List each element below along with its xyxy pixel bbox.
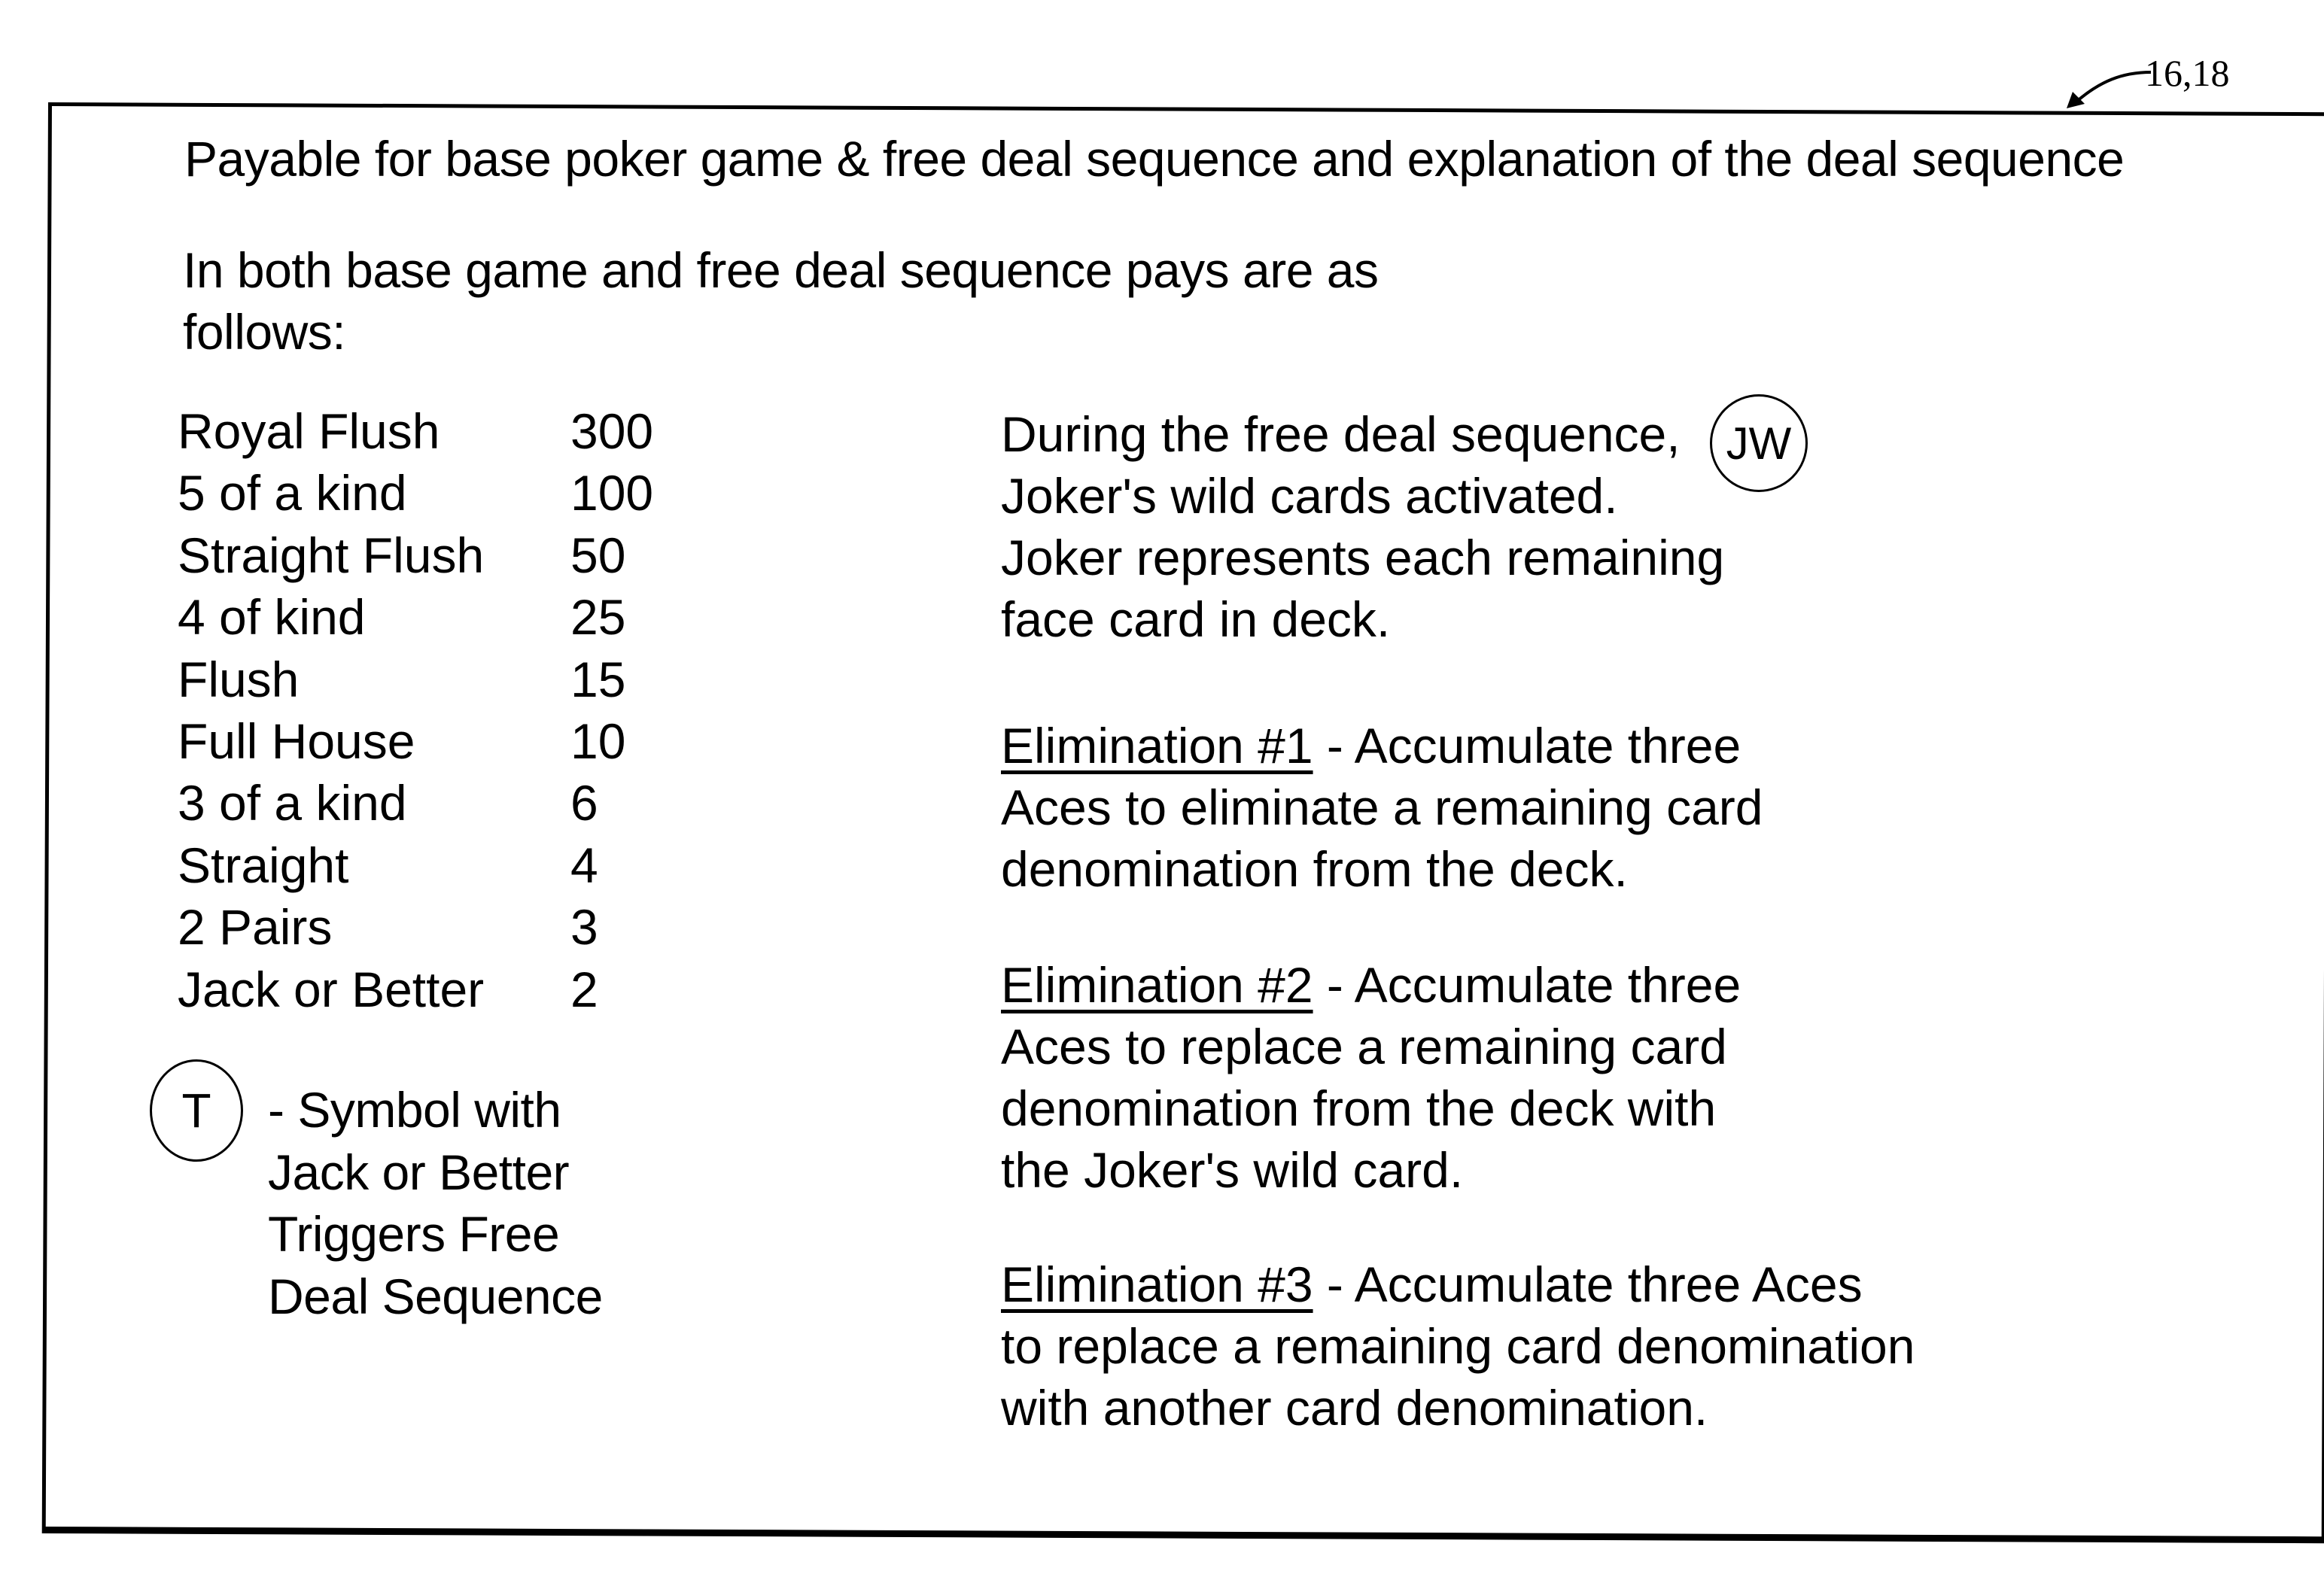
hand-pay: 2 <box>570 961 598 1017</box>
intro-line: In both base game and free deal sequence… <box>183 242 1379 298</box>
elimination-1: Elimination #1 - Accumulate three Aces t… <box>1001 715 1763 900</box>
elimination-line: denomination from the deck with <box>1001 1080 1717 1136</box>
intro-text: In both base game and free deal sequence… <box>183 239 1379 363</box>
elimination-text: - Accumulate three <box>1313 957 1741 1013</box>
elimination-2: Elimination #2 - Accumulate three Aces t… <box>1001 954 1741 1201</box>
paytable-row: Straight 4 <box>178 834 653 896</box>
paytable-row: Flush 15 <box>178 649 653 710</box>
elimination-label: Elimination #2 <box>1001 957 1313 1013</box>
joker-wild-explanation: During the free deal sequence, Joker's w… <box>1001 403 1724 650</box>
elimination-heading: Elimination #3 - Accumulate three Aces <box>1001 1253 1915 1315</box>
paytable-row: 5 of a kind 100 <box>178 462 653 524</box>
hand-pay: 300 <box>570 403 654 459</box>
elimination-text: - Accumulate three <box>1313 718 1741 773</box>
hand-name: 2 Pairs <box>178 899 333 956</box>
elimination-text: - Accumulate three Aces <box>1313 1256 1863 1312</box>
hand-name: Flush <box>178 651 300 707</box>
legend-line: - Symbol with <box>268 1082 561 1138</box>
elimination-line: with another card denomination. <box>1001 1380 1708 1436</box>
page-title: Payable for base poker game & free deal … <box>184 131 2125 187</box>
hand-pay: 3 <box>570 899 598 956</box>
joker-line: During the free deal sequence, <box>1001 406 1681 462</box>
joker-line: Joker's wild cards activated. <box>1001 468 1618 524</box>
paytable-row: Royal Flush 300 <box>178 400 653 462</box>
hand-pay: 6 <box>570 775 598 831</box>
trigger-symbol-icon: T <box>150 1059 243 1162</box>
joker-wild-symbol-icon: JW <box>1710 394 1808 492</box>
intro-line: follows: <box>183 304 346 360</box>
paytable-row: 3 of a kind 6 <box>178 772 653 834</box>
hand-pay: 25 <box>570 589 626 646</box>
reference-arrow-icon <box>2067 71 2152 108</box>
elimination-line: Aces to replace a remaining card <box>1001 1019 1727 1074</box>
hand-name: 4 of kind <box>178 589 366 646</box>
hand-name: Royal Flush <box>178 403 440 459</box>
elimination-label: Elimination #3 <box>1001 1256 1313 1312</box>
hand-name: 3 of a kind <box>178 775 407 831</box>
hand-name: Straight <box>178 837 349 893</box>
reference-label: 16,18 <box>2145 52 2230 94</box>
hand-name: Full House <box>178 713 415 770</box>
elimination-line: denomination from the deck. <box>1001 841 1628 897</box>
elimination-line: Aces to eliminate a remaining card <box>1001 779 1763 835</box>
legend-line: Jack or Better <box>268 1144 570 1200</box>
hand-name: 5 of a kind <box>178 465 407 521</box>
hand-name: Straight Flush <box>178 527 485 583</box>
paytable-row: Jack or Better 2 <box>178 959 653 1020</box>
elimination-3: Elimination #3 - Accumulate three Aces t… <box>1001 1253 1915 1439</box>
hand-pay: 4 <box>570 837 598 893</box>
hand-name: Jack or Better <box>178 961 485 1017</box>
elimination-line: to replace a remaining card denomination <box>1001 1318 1915 1374</box>
trigger-symbol-description: - Symbol with Jack or Better Triggers Fr… <box>268 1079 603 1327</box>
hand-pay: 15 <box>570 651 626 707</box>
elimination-heading: Elimination #2 - Accumulate three <box>1001 954 1741 1016</box>
elimination-label: Elimination #1 <box>1001 718 1313 773</box>
paytable-row: Straight Flush 50 <box>178 524 653 586</box>
joker-line: Joker represents each remaining <box>1001 530 1725 585</box>
paytable-row: 4 of kind 25 <box>178 586 653 648</box>
elimination-line: the Joker's wild card. <box>1001 1142 1464 1198</box>
joker-line: face card in deck. <box>1001 591 1391 647</box>
legend-line: Deal Sequence <box>268 1268 603 1324</box>
paytable-row: Full House 10 <box>178 710 653 772</box>
paytable: Royal Flush 300 5 of a kind 100 Straight F… <box>178 400 653 1020</box>
hand-pay: 50 <box>570 527 626 583</box>
legend-line: Triggers Free <box>268 1206 560 1262</box>
hand-pay: 10 <box>570 713 626 770</box>
elimination-heading: Elimination #1 - Accumulate three <box>1001 715 1763 776</box>
paytable-row: 2 Pairs 3 <box>178 896 653 958</box>
hand-pay: 100 <box>570 465 654 521</box>
